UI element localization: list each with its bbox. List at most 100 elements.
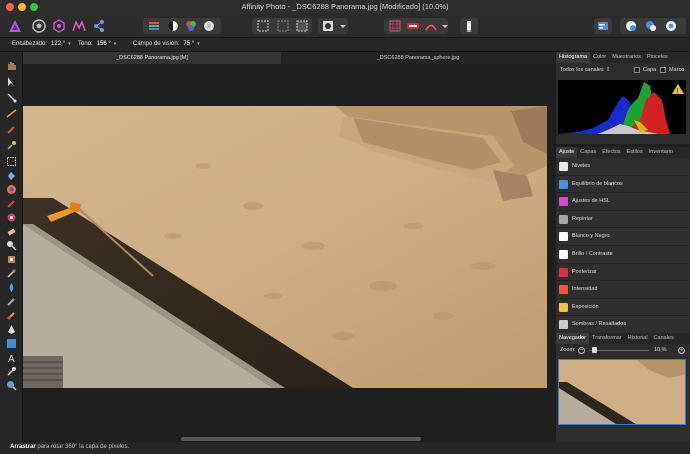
adjustment-exposure[interactable]: Exposición [556,298,690,317]
arrange-back-icon[interactable] [644,19,658,33]
smudge-brush-icon[interactable] [6,268,17,279]
svg-text:A: A [8,354,15,363]
auto-contrast-icon[interactable] [166,19,180,33]
move-tool-icon[interactable] [6,76,17,87]
color-replace-icon[interactable] [6,212,17,223]
grid-snapping-icon[interactable] [388,19,402,33]
navigator-thumbnail[interactable] [558,359,686,425]
pen-tool-icon[interactable] [6,324,17,335]
tab-channels[interactable]: Canales [651,333,677,344]
marquee-checkbox[interactable] [660,67,666,73]
erase-brush-icon[interactable] [6,226,17,237]
histogram-panel: Histograma Color Muestrarios Pinceles Todos… [556,52,690,144]
assistant-icon[interactable] [406,19,420,33]
paint-brush-icon[interactable] [6,198,17,209]
tab-transform[interactable]: Transformar [589,333,625,344]
adjustment-black-white[interactable]: Blanco y Negro [556,228,690,246]
studio-presets-icon[interactable] [596,19,610,33]
heading-value[interactable]: 122 ° [51,41,65,47]
snapping-chevron-down-icon[interactable] [438,19,452,33]
dodge-tool-icon[interactable] [6,240,17,251]
adjustment-white-balance[interactable]: Equilibrio de blancos [556,175,690,194]
horizontal-scrollbar[interactable] [181,437,421,441]
red-eye-icon[interactable] [6,310,17,321]
crop-tool-icon[interactable] [6,92,17,103]
zoom-out-icon[interactable]: − [578,347,585,354]
fov-chevron-icon[interactable]: ▾ [197,41,200,47]
auto-colors-icon[interactable] [184,19,198,33]
tab-color[interactable]: Color [590,52,609,63]
tilt-value[interactable]: 156 ° [97,41,111,47]
adjustment-vibrance[interactable]: Intensidad [556,281,690,299]
color-picker-icon[interactable] [6,366,17,377]
tab-brushes[interactable]: Pinceles [644,52,671,63]
brush-mode-icon[interactable] [462,19,476,33]
gradient-tool-icon[interactable] [6,184,17,195]
canvas-area[interactable] [23,64,555,441]
photo-persona-icon[interactable] [32,19,46,33]
deselect-icon[interactable] [276,19,290,33]
tab-navigator[interactable]: Navegador [556,333,589,344]
quick-mask-icon[interactable] [321,19,335,33]
auto-white-balance-icon[interactable] [202,19,216,33]
blur-brush-icon[interactable] [6,282,17,293]
arrange-alt-icon[interactable] [664,19,678,33]
text-tool-icon[interactable]: A [6,352,17,363]
adjustment-hsl[interactable]: Ajustes de HSL [556,193,690,211]
hsl-icon [559,197,568,207]
zoom-tool-icon[interactable] [6,380,17,391]
tab-doc-sphere[interactable]: _DSC6288 Panorama_sphere.jpg [281,52,555,64]
channel-select[interactable]: Todos los canales [560,67,604,73]
clone-brush-icon[interactable] [6,254,17,265]
tab-doc-panorama[interactable]: _DSC6288 Panorama.jpg [M] [23,52,281,64]
adjustment-posterize[interactable]: Posterizar [556,263,690,282]
tab-adjustments[interactable]: Ajuste [556,147,578,158]
heading-field[interactable]: Encabezado: 122 ° ▾ [12,41,71,47]
adjustment-recolor[interactable]: Repintar [556,210,690,229]
marquee-tool-icon[interactable] [6,156,17,167]
posterize-icon [559,267,568,277]
zoom-slider-handle[interactable] [592,347,597,353]
export-persona-icon[interactable] [92,19,106,33]
adjustment-list: Niveles Equilibrio de blancos Ajustes de… [556,158,690,334]
tab-stock[interactable]: Inventario [646,147,676,158]
tilt-chevron-icon[interactable]: ▾ [114,41,117,47]
adjustment-brightness-contrast[interactable]: Brillo / Contraste [556,245,690,264]
hand-tool-icon[interactable] [6,60,17,71]
fov-value[interactable]: 75 ° [183,41,194,47]
tab-effects[interactable]: Efectos [599,147,623,158]
zoom-in-icon[interactable]: + [678,347,685,354]
panorama-photo[interactable] [23,106,547,388]
invert-selection-icon[interactable] [295,19,309,33]
channel-select-chevron-icon[interactable]: ⇕ [606,67,611,73]
rectangle-tool-icon[interactable] [6,338,17,349]
selection-brush-icon[interactable] [6,124,17,135]
tab-styles[interactable]: Estilos [624,147,646,158]
adjustment-label: Exposición [572,303,599,310]
layer-checkbox[interactable] [634,67,640,73]
tab-swatches[interactable]: Muestrarios [609,52,644,63]
develop-persona-icon[interactable] [72,19,86,33]
straighten-tool-icon[interactable] [6,108,17,119]
arrange-front-icon[interactable] [624,19,638,33]
select-all-icon[interactable] [256,19,270,33]
liquify-persona-icon[interactable] [52,19,66,33]
sponge-brush-icon[interactable] [6,296,17,307]
heading-chevron-icon[interactable]: ▾ [68,41,71,47]
zoom-slider[interactable] [589,350,649,351]
flood-fill-icon[interactable] [6,170,17,181]
quick-mask-chevron-down-icon[interactable] [336,19,350,33]
snapping-icon[interactable] [424,19,438,33]
auto-levels-icon[interactable] [147,19,161,33]
tab-histogram[interactable]: Histograma [556,52,591,63]
tab-history[interactable]: Historial [625,333,651,344]
affinity-logo-icon[interactable] [8,19,22,33]
flood-select-icon[interactable] [6,140,17,151]
zoom-value[interactable]: 10 % [654,344,667,357]
fov-field[interactable]: Campo de visión: 75 ° ▾ [133,41,200,47]
adjustment-shadows-highlights[interactable]: Sombras / Resaltados [556,316,690,334]
adjustment-levels[interactable]: Niveles [556,158,690,176]
tab-layers[interactable]: Capas [577,147,599,158]
tilt-field[interactable]: Tono: 156 ° ▾ [78,41,116,47]
marquee-label: Marco [669,67,685,73]
